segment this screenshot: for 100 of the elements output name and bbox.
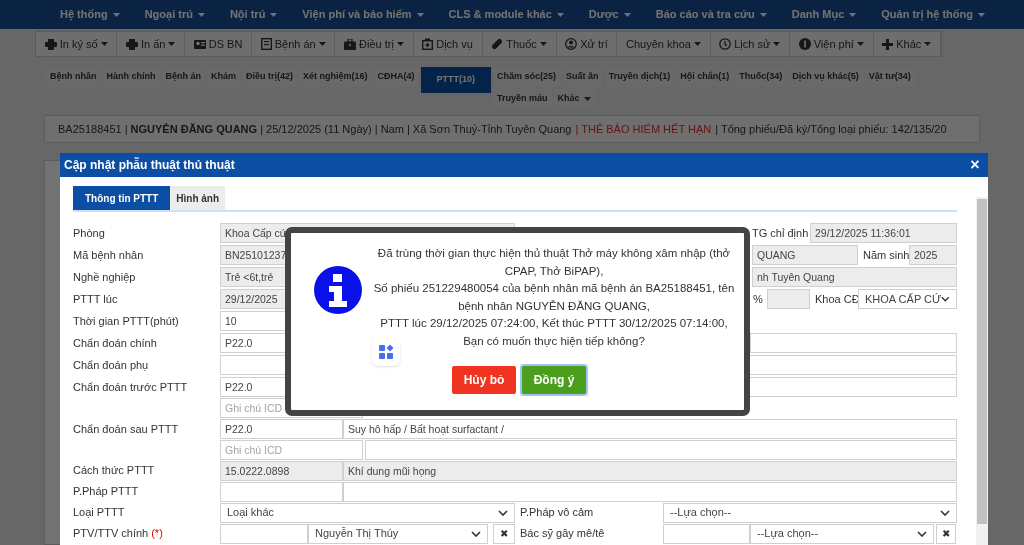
select-field[interactable]: Nguyễn Thị Thúy [308, 523, 488, 544]
menu-item[interactable]: Viện phí và bảo hiểm [302, 6, 424, 23]
input-field[interactable]: QUANG [752, 245, 858, 265]
record-totals: | Tổng phiếu/Đã ký/Tổng loại phiếu: 142/135/20 [715, 121, 947, 137]
history-icon [719, 38, 732, 50]
widget-button[interactable] [372, 338, 400, 366]
modal-tab[interactable]: Thông tin PTTT [73, 186, 171, 210]
input-field[interactable]: nh Tuyên Quang [752, 267, 957, 287]
chevron-icon [940, 509, 950, 516]
chevron-icon [498, 509, 508, 516]
toolbar-button[interactable]: Khác [873, 32, 941, 56]
medical-box-icon [422, 38, 434, 50]
briefcase-icon [344, 38, 357, 50]
info-icon [313, 265, 363, 315]
input-field[interactable]: 15.0222.0898 [220, 460, 343, 481]
plus-icon [882, 38, 894, 50]
toolbar-button[interactable]: In ấn [117, 32, 186, 56]
patient-info: BA25188451 | NGUYỄN ĐĂNG QUANG | 25/12/2025 (11 Ngày) | Nam | Xã Sơn Thuỷ-Tỉnh Tuyên Quang [58, 121, 572, 137]
record-tab[interactable]: PTTT(10) [420, 67, 492, 93]
close-button[interactable]: × [966, 157, 984, 173]
clear-button[interactable]: ✖ [936, 523, 956, 544]
input-field[interactable] [365, 440, 957, 460]
input-field[interactable]: Khí dung mũi họng [343, 460, 957, 481]
input-field[interactable] [750, 333, 957, 353]
caret-icon [100, 42, 108, 46]
toolbar-button[interactable]: Dịch vụ [413, 32, 483, 56]
select-field[interactable]: --Lựa chọn-- [663, 502, 957, 523]
field-label: TG chỉ định [752, 225, 810, 241]
menu-item[interactable]: Danh Mục [791, 6, 857, 23]
toolbar-button[interactable]: DS BN [185, 32, 253, 56]
input-field[interactable] [663, 523, 750, 544]
caret-icon [416, 12, 424, 17]
scrollbar[interactable] [976, 197, 988, 545]
person-icon [193, 38, 206, 50]
field-label: Mã bệnh nhân [73, 247, 144, 263]
caret-icon [977, 12, 985, 17]
field-label: Thời gian PTTT(phút) [73, 313, 179, 329]
confirm-button[interactable]: Đồng ý [522, 366, 586, 394]
input-field[interactable] [220, 481, 343, 502]
field-label: P.Pháp PTTT [73, 484, 139, 500]
menu-item[interactable]: Hệ thống [60, 6, 120, 23]
confirm-message: Đã trùng thời gian thực hiện thủ thuật Thở máy không xâm nhập (thở CPAP, Thở BiPAP), Số phiếu 251229480054 của bệnh nhân mã bệnh án BA25188451, tên bệnh nhân NGUYỄN ĐĂNG QUANG, PTTT lúc 29/12/2025 07:24:00, Kết thúc PTTT 30/12/2025 07:14:00, Bạn có muốn thực hiện tiếp không? [372, 246, 736, 349]
input-field[interactable]: Ghi chú ICD [220, 440, 363, 460]
pill-icon [491, 38, 504, 50]
menu-item[interactable]: Báo cáo và tra cứu [655, 6, 767, 23]
clear-button[interactable]: ✖ [493, 523, 515, 544]
caret-icon [112, 12, 120, 17]
caret-icon [318, 42, 326, 46]
toolbar-button[interactable]: Xử trí [556, 32, 618, 56]
field-label: % [753, 291, 764, 307]
chevron-icon [917, 530, 927, 537]
caret-icon [693, 42, 701, 46]
input-field[interactable] [220, 523, 308, 544]
modal-tab[interactable]: Hình ảnh [170, 186, 226, 210]
chevron-icon [941, 296, 950, 302]
field-label: Chẩn đoán phụ [73, 357, 149, 373]
toolbar-button[interactable]: Thuốc [482, 32, 557, 56]
field-label: Năm sinh [863, 247, 909, 263]
toolbar-button[interactable]: Điều trị [335, 32, 414, 56]
toolbar-button[interactable]: Viện phí [790, 32, 874, 56]
cancel-button[interactable]: Hủy bỏ [452, 366, 516, 394]
user-icon [565, 38, 578, 50]
apps-icon [378, 344, 394, 360]
select-field[interactable]: KHOA CẤP CỨ [858, 289, 957, 309]
field-label: Chẩn đoán trước PTTT [73, 379, 188, 395]
input-field[interactable] [343, 481, 957, 502]
caret-icon [924, 42, 932, 46]
input-field[interactable]: P22.0 [220, 419, 343, 439]
input-field[interactable]: Suy hô hấp / Bất hoạt surfactant / [343, 419, 957, 439]
menu-item[interactable]: Ngoại trú [144, 6, 205, 23]
caret-icon [197, 12, 205, 17]
select-field[interactable]: --Lựa chọn-- [750, 523, 934, 544]
input-field[interactable] [767, 289, 810, 309]
menu-item[interactable]: Dược [588, 6, 631, 23]
select-field[interactable]: Loại khác [220, 502, 515, 523]
modal-title: Cập nhật phẫu thuật thủ thuật [64, 156, 235, 174]
toolbar-button[interactable]: In ký số [36, 32, 118, 56]
field-label: Phòng [73, 225, 105, 241]
caret-icon [759, 12, 767, 17]
menu-item[interactable]: Quản trị hệ thống [881, 6, 985, 23]
input-field[interactable]: 2025 [909, 245, 957, 265]
field-label: P.Pháp vô cảm [520, 505, 595, 521]
toolbar-button[interactable]: Lịch sử [710, 32, 790, 56]
caret-icon [168, 42, 176, 46]
insurance-warning: | THẺ BẢO HIỂM HẾT HẠN [575, 121, 712, 137]
caret-icon [583, 97, 591, 101]
menu-item[interactable]: CLS & module khác [448, 6, 564, 23]
input-field[interactable]: 29/12/2025 11:36:01 [810, 223, 957, 243]
caret-icon [623, 12, 631, 17]
menu-item[interactable]: Nội trú [229, 6, 278, 23]
field-label: PTTT lúc [73, 291, 118, 307]
caret-icon [773, 42, 781, 46]
caret-icon [396, 42, 404, 46]
field-label: Bác sỹ gây mê/tê [520, 526, 606, 542]
coin-icon [798, 38, 811, 50]
document-icon [260, 38, 272, 50]
toolbar-button[interactable]: Chuyên khoa [617, 32, 711, 56]
field-label: PTV/TTV chính [73, 526, 149, 542]
toolbar-button[interactable]: Bệnh án [252, 32, 336, 56]
field-label: Cách thức PTTT [73, 463, 155, 479]
